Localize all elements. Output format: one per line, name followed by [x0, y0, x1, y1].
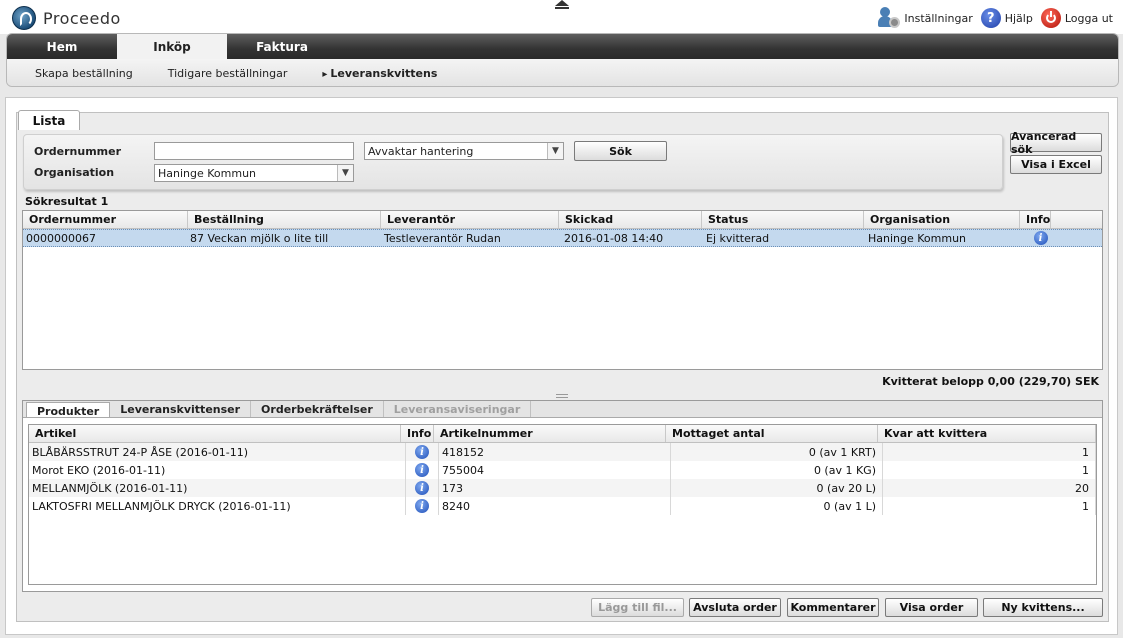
products-table: Artikel Info Artikelnummer Mottaget anta… — [28, 424, 1097, 585]
info-icon[interactable]: i — [1033, 231, 1048, 245]
info-cell: i — [406, 443, 439, 461]
received-quantity-cell: 0 (av 1 L) — [671, 497, 883, 515]
column-header[interactable]: Leverantör — [381, 211, 559, 228]
products-table-header: Artikel Info Artikelnummer Mottaget anta… — [29, 425, 1096, 443]
excel-button[interactable]: Visa i Excel — [1010, 155, 1102, 174]
ordernummer-input[interactable] — [154, 142, 354, 160]
show-order-button[interactable]: Visa order — [885, 598, 978, 617]
result-count: Sökresultat 1 — [25, 195, 109, 208]
tab-leveransaviseringar: Leveransaviseringar — [384, 401, 532, 417]
power-icon — [1040, 8, 1061, 28]
orders-table-header: Ordernummer Beställning Leverantör Skick… — [23, 211, 1102, 229]
search-button[interactable]: Sök — [574, 141, 667, 161]
column-header[interactable]: Mottaget antal — [666, 425, 878, 442]
received-quantity-cell: 0 (av 1 KG) — [671, 461, 883, 479]
received-quantity-cell: 0 (av 20 L) — [671, 479, 883, 497]
column-header[interactable]: Beställning — [188, 211, 381, 228]
chevron-down-icon: ▼ — [337, 165, 353, 181]
organisation-label: Organisation — [34, 166, 115, 179]
status-cell: Ej kvitterad — [706, 231, 770, 245]
remaining-cell: 1 — [883, 461, 1096, 479]
tab-produkter[interactable]: Produkter — [26, 402, 111, 418]
tab-orderbekraftelser[interactable]: Orderbekräftelser — [251, 401, 384, 417]
organisation-cell: Haninge Kommun — [868, 231, 967, 245]
organisation-select[interactable]: Haninge Kommun ▼ — [154, 164, 354, 182]
info-cell: i — [1025, 230, 1056, 246]
column-header[interactable]: Kvar att kvittera — [878, 425, 1096, 442]
top-bar: Proceedo Inställningar ? Hjälp Logga ut — [0, 0, 1123, 34]
user-settings-icon — [878, 7, 901, 29]
add-file-button[interactable]: Lägg till fil... — [591, 598, 684, 617]
article-number-cell: 8240 — [439, 497, 671, 515]
article-number-cell: 755004 — [439, 461, 671, 479]
subnav-skapa-bestallning[interactable]: Skapa beställning — [35, 67, 133, 80]
comments-button[interactable]: Kommentarer — [787, 598, 879, 617]
column-header[interactable]: Artikel — [29, 425, 401, 442]
order-detail-panel: Produkter Leveranskvittenser Orderbekräf… — [22, 400, 1103, 592]
table-row[interactable]: BLÅBÄRSSTRUT 24-P ÅSE (2016-01-11) i 41815… — [29, 443, 1096, 461]
help-icon: ? — [980, 8, 1001, 28]
article-number-cell: 418152 — [439, 443, 671, 461]
info-icon[interactable]: i — [415, 499, 429, 513]
column-header[interactable]: Info — [1020, 211, 1051, 228]
info-icon[interactable]: i — [415, 445, 429, 459]
tab-inkop[interactable]: Inköp — [117, 34, 227, 59]
resize-splitter-icon[interactable] — [556, 394, 568, 398]
article-cell: BLÅBÄRSSTRUT 24-P ÅSE (2016-01-11) — [29, 443, 406, 461]
order-name-cell: 87 Veckan mjölk o lite till — [190, 231, 329, 245]
tab-faktura[interactable]: Faktura — [227, 34, 337, 59]
column-header[interactable]: Ordernummer — [23, 211, 188, 228]
column-header[interactable]: Info — [401, 425, 434, 442]
help-link[interactable]: ? Hjälp — [980, 8, 1033, 28]
new-receipt-button[interactable]: Ny kvittens... — [983, 598, 1103, 617]
received-quantity-cell: 0 (av 1 KRT) — [671, 443, 883, 461]
tab-hem[interactable]: Hem — [7, 34, 117, 59]
column-header[interactable]: Organisation — [864, 211, 1020, 228]
advanced-search-button[interactable]: Avancerad sök — [1010, 130, 1102, 156]
subnav-tidigare-bestallningar[interactable]: Tidigare beställningar — [168, 67, 288, 80]
remaining-cell: 1 — [883, 443, 1096, 461]
remaining-cell: 1 — [883, 497, 1096, 515]
app-logo: Proceedo — [12, 6, 121, 30]
remaining-cell: 20 — [883, 479, 1096, 497]
column-header[interactable]: Status — [702, 211, 864, 228]
ordernummer-label: Ordernummer — [34, 145, 122, 158]
order-number-cell: 0000000067 — [26, 231, 96, 245]
table-row[interactable]: MELLANMJÖLK (2016-01-11) i 173 0 (av 20 L) 2… — [29, 479, 1096, 497]
sent-date-cell: 2016-01-08 14:40 — [564, 231, 664, 245]
column-header[interactable]: Skickad — [559, 211, 702, 228]
receipted-amount: Kvitterat belopp 0,00 (229,70) SEK — [882, 375, 1099, 388]
table-row[interactable]: 0000000067 87 Veckan mjölk o lite till T… — [23, 229, 1102, 247]
article-cell: MELLANMJÖLK (2016-01-11) — [29, 479, 406, 497]
status-select[interactable]: Avvaktar hantering ▼ — [364, 142, 564, 160]
supplier-cell: Testleverantör Rudan — [384, 231, 501, 245]
table-row[interactable]: Morot EKO (2016-01-11) i 755004 0 (av 1 KG)… — [29, 461, 1096, 479]
info-icon[interactable]: i — [415, 481, 429, 495]
subnav-leveranskvittens[interactable]: Leveranskvittens — [322, 67, 437, 80]
article-cell: Morot EKO (2016-01-11) — [29, 461, 406, 479]
tab-leveranskvittenser[interactable]: Leveranskvittenser — [110, 401, 252, 417]
proceedo-logo-icon — [12, 6, 36, 30]
tab-lista[interactable]: Lista — [18, 110, 80, 130]
logout-link[interactable]: Logga ut — [1040, 8, 1113, 28]
article-cell: LAKTOSFRI MELLANMJÖLK DRYCK (2016-01-11) — [29, 497, 406, 515]
collapse-header-icon[interactable] — [555, 0, 569, 10]
info-icon[interactable]: i — [415, 463, 429, 477]
column-header[interactable]: Artikelnummer — [434, 425, 666, 442]
orders-table: Ordernummer Beställning Leverantör Skick… — [22, 210, 1103, 370]
chevron-down-icon: ▼ — [547, 143, 563, 159]
info-cell: i — [406, 497, 439, 515]
app-name: Proceedo — [43, 8, 121, 28]
search-form: Ordernummer Avvaktar hantering ▼ Sök Org… — [23, 134, 1003, 190]
info-cell: i — [406, 461, 439, 479]
settings-link[interactable]: Inställningar — [878, 7, 973, 29]
table-row[interactable]: LAKTOSFRI MELLANMJÖLK DRYCK (2016-01-11)… — [29, 497, 1096, 515]
close-order-button[interactable]: Avsluta order — [689, 598, 781, 617]
info-cell: i — [406, 479, 439, 497]
main-navigation: Hem Inköp Faktura Skapa beställning Tidi… — [6, 33, 1119, 87]
article-number-cell: 173 — [439, 479, 671, 497]
